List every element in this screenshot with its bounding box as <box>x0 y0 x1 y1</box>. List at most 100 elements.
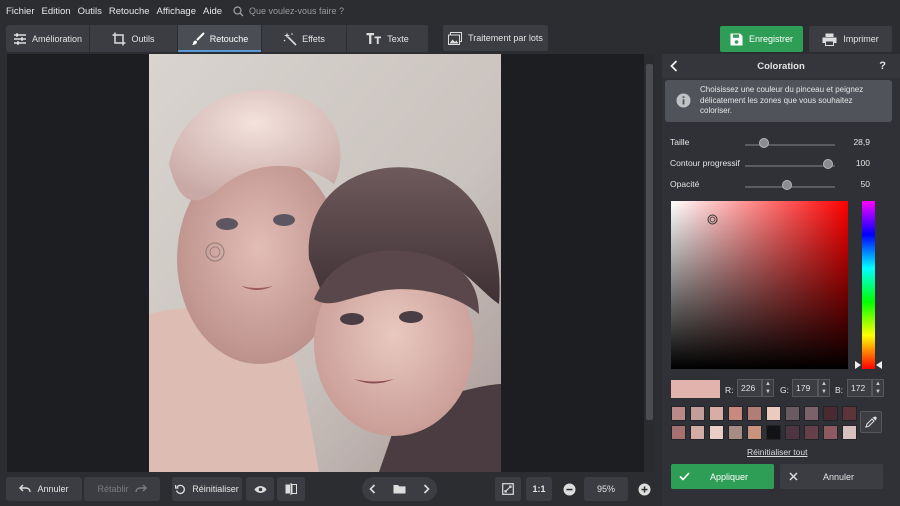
color-picker-cursor[interactable] <box>707 214 718 225</box>
color-gradient-picker[interactable] <box>671 201 848 369</box>
hue-slider[interactable] <box>862 201 875 369</box>
color-swatch[interactable] <box>823 406 838 421</box>
eyedropper-icon <box>865 416 877 428</box>
redo-icon <box>134 484 147 493</box>
green-spinner[interactable]: ▲ ▼ <box>818 379 830 397</box>
open-folder-button[interactable] <box>389 484 410 494</box>
tab-outils[interactable]: Outils <box>90 25 178 52</box>
color-swatch[interactable] <box>766 406 781 421</box>
color-swatch[interactable] <box>747 425 762 440</box>
print-label: Imprimer <box>843 34 879 44</box>
search-box[interactable]: Que voulez-vous faire ? <box>233 5 344 17</box>
back-button[interactable] <box>670 60 678 75</box>
info-text: Choisissez une couleur du pinceau et pei… <box>700 85 864 115</box>
menu-view[interactable]: Affichage <box>157 6 196 17</box>
fit-screen-icon <box>502 483 514 495</box>
photo-canvas[interactable] <box>149 54 501 472</box>
feather-slider-track[interactable] <box>745 165 835 167</box>
color-swatch[interactable] <box>842 406 857 421</box>
tab-outils-label: Outils <box>131 33 155 44</box>
apply-button[interactable]: Appliquer <box>671 464 774 489</box>
zoom-level-value: 95% <box>596 484 615 494</box>
red-spinner[interactable]: ▲ ▼ <box>762 379 774 397</box>
canvas-scrollbar[interactable] <box>644 54 655 472</box>
color-swatch[interactable] <box>671 425 686 440</box>
sliders-icon <box>13 32 26 45</box>
redo-label: Rétablir <box>97 484 129 494</box>
menu-edit[interactable]: Edition <box>42 6 71 17</box>
color-swatch[interactable] <box>842 425 857 440</box>
hue-slider-handle-right[interactable] <box>876 361 882 369</box>
left-child-eye-left <box>216 218 238 230</box>
tab-texte-label: Texte <box>387 33 409 44</box>
red-input[interactable]: 226 <box>737 379 762 397</box>
menu-retouch[interactable]: Retouche <box>109 6 150 17</box>
save-label: Enregistrer <box>748 34 793 44</box>
eyedropper-button[interactable] <box>860 411 882 433</box>
reset-button[interactable]: Réinitialiser <box>172 477 242 501</box>
tab-amelioration-label: Amélioration <box>31 33 83 44</box>
brush-icon <box>191 31 205 45</box>
batch-processing-button[interactable]: Traitement par lots <box>443 25 548 51</box>
blue-input[interactable]: 172 <box>847 379 872 397</box>
redo-button[interactable]: Rétablir <box>84 477 160 501</box>
color-swatch[interactable] <box>823 425 838 440</box>
panel-title: Coloration <box>757 60 805 72</box>
actual-size-button[interactable]: 1:1 <box>526 477 552 501</box>
tab-texte[interactable]: Texte <box>347 25 429 52</box>
feather-slider-handle[interactable] <box>823 159 833 169</box>
cancel-button[interactable]: Annuler <box>780 464 883 489</box>
green-input[interactable]: 179 <box>792 379 818 397</box>
r-label: R: <box>725 385 734 395</box>
cancel-label: Annuler <box>823 471 855 482</box>
save-button[interactable]: Enregistrer <box>720 26 803 52</box>
tab-effets[interactable]: Effets <box>262 25 347 52</box>
color-swatch[interactable] <box>671 406 686 421</box>
hue-slider-handle-left[interactable] <box>855 361 861 369</box>
reset-all-link[interactable]: Réinitialiser tout <box>747 447 807 457</box>
color-swatch[interactable] <box>804 425 819 440</box>
menu-file[interactable]: Fichier <box>6 6 35 17</box>
checkmark-icon <box>679 472 690 481</box>
zoom-in-button[interactable] <box>632 477 656 501</box>
actual-size-label: 1:1 <box>532 484 546 494</box>
help-button[interactable]: ? <box>879 60 886 72</box>
next-image-button[interactable] <box>416 484 437 494</box>
preview-button[interactable] <box>246 477 274 501</box>
opacity-value: 50 <box>860 179 870 189</box>
color-swatch[interactable] <box>728 406 743 421</box>
blue-value: 172 <box>851 383 866 393</box>
tab-retouche[interactable]: Retouche <box>178 25 262 52</box>
menu-help[interactable]: Aide <box>203 6 222 17</box>
zoom-out-button[interactable] <box>557 477 581 501</box>
color-swatch[interactable] <box>747 406 762 421</box>
color-swatch[interactable] <box>785 425 800 440</box>
blue-spinner[interactable]: ▲ ▼ <box>872 379 884 397</box>
main-toolbar: Amélioration Outils Retouche Effets Text… <box>0 22 900 54</box>
opacity-slider-handle[interactable] <box>782 180 792 190</box>
print-button[interactable]: Imprimer <box>809 26 892 52</box>
menu-bar: Fichier Edition Outils Retouche Affichag… <box>0 0 900 22</box>
compare-button[interactable] <box>277 477 305 501</box>
color-swatch[interactable] <box>785 406 800 421</box>
g-label: G: <box>780 385 789 395</box>
size-slider-handle[interactable] <box>759 138 769 148</box>
info-box: Choisissez une couleur du pinceau et pei… <box>665 80 892 122</box>
module-tabs: Amélioration Outils Retouche Effets Text… <box>6 25 429 52</box>
canvas-workspace[interactable] <box>7 54 655 472</box>
color-swatch[interactable] <box>804 406 819 421</box>
color-swatch[interactable] <box>766 425 781 440</box>
menu-tools[interactable]: Outils <box>78 6 102 17</box>
fit-screen-button[interactable] <box>495 477 521 501</box>
zoom-level-field[interactable]: 95% <box>584 477 628 501</box>
tab-amelioration[interactable]: Amélioration <box>6 25 90 52</box>
color-swatch[interactable] <box>709 425 724 440</box>
color-swatch[interactable] <box>709 406 724 421</box>
scrollbar-thumb[interactable] <box>646 64 653 420</box>
color-swatch[interactable] <box>690 406 705 421</box>
color-swatch[interactable] <box>728 425 743 440</box>
color-swatch[interactable] <box>690 425 705 440</box>
green-value: 179 <box>796 383 811 393</box>
undo-button[interactable]: Annuler <box>6 477 82 501</box>
prev-image-button[interactable] <box>362 484 383 494</box>
